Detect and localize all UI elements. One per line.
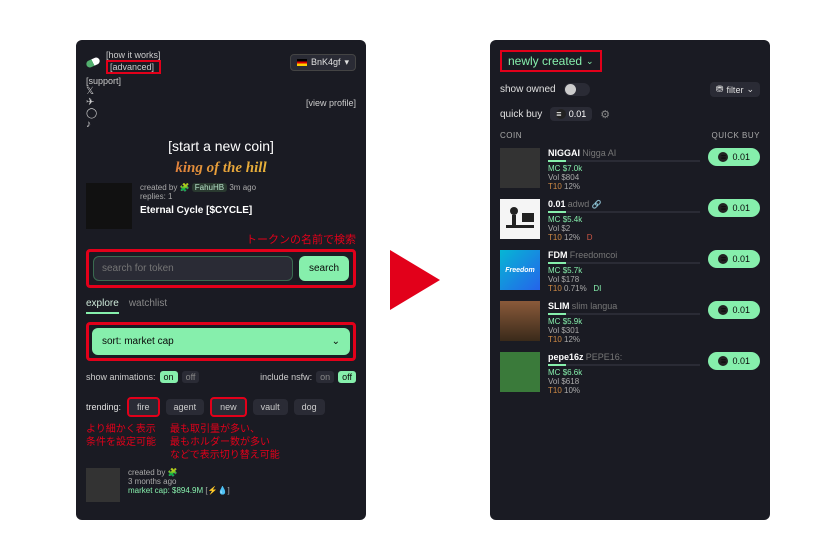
gear-icon[interactable]: ⚙ xyxy=(600,108,610,121)
coin-thumbnail xyxy=(500,199,540,239)
advanced-link[interactable]: [advanced] xyxy=(106,60,161,74)
featured-thumbnail xyxy=(86,183,132,229)
coin-thumbnail xyxy=(500,301,540,341)
view-profile-link[interactable]: [view profile] xyxy=(306,98,356,108)
start-new-coin-button[interactable]: [start a new coin] xyxy=(86,138,356,154)
sort-callout: sort: market cap ⌄ xyxy=(86,322,356,361)
search-button[interactable]: search xyxy=(299,256,349,281)
link-icon[interactable]: 🔗 xyxy=(592,200,602,209)
jp-search-annotation: トークンの名前で検索 xyxy=(86,231,356,247)
main-screen: [how it works] [advanced] BnK4gf ▾ [supp… xyxy=(76,40,366,520)
coin-row[interactable]: SLIM slim langua MC $5.9k Vol $301 T10 1… xyxy=(500,301,760,344)
coin-thumbnail xyxy=(86,468,120,502)
d-badge: D xyxy=(587,233,593,242)
quick-buy-button[interactable]: ≡0.01 xyxy=(708,148,760,166)
tab-watchlist[interactable]: watchlist xyxy=(129,298,167,314)
filter-icon: ⛃ xyxy=(716,84,724,95)
quick-buy-button[interactable]: ≡0.01 xyxy=(708,301,760,319)
show-owned-toggle[interactable] xyxy=(564,83,590,96)
trending-chip-dog[interactable]: dog xyxy=(294,399,325,415)
jp-left-annotation: より細かく表示 条件を設定可能 xyxy=(86,423,156,462)
chevron-down-icon: ⌄ xyxy=(746,84,754,95)
coin-thumbnail xyxy=(500,148,540,188)
animations-off-button[interactable]: off xyxy=(182,371,200,383)
solana-icon: ≡ xyxy=(718,152,728,162)
filter-button[interactable]: ⛃ filter ⌄ xyxy=(710,82,760,97)
quick-buy-label: quick buy xyxy=(500,109,542,120)
progress-bar xyxy=(548,364,700,366)
quick-buy-button[interactable]: ≡0.01 xyxy=(708,352,760,370)
quick-buy-button[interactable]: ≡0.01 xyxy=(708,199,760,217)
solana-icon: ≡ xyxy=(718,203,728,213)
nsfw-on-button[interactable]: on xyxy=(316,371,334,383)
king-of-the-hill-heading: king of the hill xyxy=(86,160,356,177)
telegram-icon[interactable]: ✈ xyxy=(86,97,121,108)
column-quickbuy: QUICK BUY xyxy=(711,131,760,140)
solana-icon: ≡ xyxy=(556,109,566,119)
newly-created-select[interactable]: newly created ⌄ xyxy=(500,50,602,72)
token-search-input[interactable] xyxy=(93,256,293,281)
show-owned-label: show owned xyxy=(500,84,556,95)
solana-icon: ≡ xyxy=(718,254,728,264)
x-icon[interactable]: 𝕏 xyxy=(86,86,121,97)
quick-buy-amount-input[interactable]: ≡ 0.01 xyxy=(550,107,592,121)
chevron-down-icon: ⌄ xyxy=(586,56,594,67)
nsfw-label: include nsfw: xyxy=(260,372,312,382)
coin-row[interactable]: 0.01 adwd 🔗 MC $5.4k Vol $2 T10 12% D ≡0… xyxy=(500,199,760,242)
support-link[interactable]: [support] xyxy=(86,76,121,86)
solana-icon: ≡ xyxy=(718,305,728,315)
animations-label: show animations: xyxy=(86,372,156,382)
arrow-right-icon xyxy=(390,250,440,310)
nsfw-off-button[interactable]: off xyxy=(338,371,356,383)
chevron-down-icon: ⌄ xyxy=(332,336,340,347)
wallet-chip[interactable]: BnK4gf ▾ xyxy=(290,54,356,71)
flag-icon xyxy=(297,59,307,66)
instagram-icon[interactable]: ◯ xyxy=(86,108,121,119)
coin-row[interactable]: NIGGAI Nigga AI MC $7.0k Vol $804 T10 12… xyxy=(500,148,760,191)
column-coin: COIN xyxy=(500,131,522,140)
coin-thumbnail xyxy=(500,352,540,392)
pill-logo-icon xyxy=(85,56,101,68)
tiktok-icon[interactable]: ♪ xyxy=(86,119,121,130)
featured-coin-card[interactable]: created by 🧩 FahuHB 3m ago replies: 1 Et… xyxy=(86,183,356,229)
progress-bar xyxy=(548,262,700,264)
trending-chip-vault[interactable]: vault xyxy=(253,399,288,415)
solana-icon: ≡ xyxy=(718,356,728,366)
coin-row[interactable]: Freedom FDM Freedomcoi MC $5.7k Vol $178… xyxy=(500,250,760,293)
list-coin-card[interactable]: created by 🧩 3 months ago market cap: $8… xyxy=(86,468,356,502)
creator-chip[interactable]: FahuHB xyxy=(192,183,227,192)
quick-buy-button[interactable]: ≡0.01 xyxy=(708,250,760,268)
coin-thumbnail: Freedom xyxy=(500,250,540,290)
animations-on-button[interactable]: on xyxy=(160,371,178,383)
trending-chip-fire[interactable]: fire xyxy=(127,397,160,417)
trending-chip-agent[interactable]: agent xyxy=(166,399,205,415)
progress-bar xyxy=(548,160,700,162)
di-badge: DI xyxy=(593,284,601,293)
advanced-screen: newly created ⌄ show owned ⛃ filter ⌄ qu… xyxy=(490,40,770,520)
how-it-works-link[interactable]: [how it works] xyxy=(106,50,161,60)
chevron-down-icon: ▾ xyxy=(344,57,349,68)
progress-bar xyxy=(548,211,700,213)
search-bar-callout: search xyxy=(86,249,356,288)
featured-title: Eternal Cycle [$CYCLE] xyxy=(140,205,256,216)
trending-chip-new[interactable]: new xyxy=(210,397,247,417)
coin-row[interactable]: pepe16z PEPE16: MC $6.6k Vol $618 T10 10… xyxy=(500,352,760,395)
sort-select[interactable]: sort: market cap ⌄ xyxy=(92,328,350,355)
jp-right-annotation: 最も取引量が多い、 最もホルダー数が多い などで表示切り替え可能 xyxy=(170,423,280,462)
progress-bar xyxy=(548,313,700,315)
trending-label: trending: xyxy=(86,402,121,412)
badges-icon: [⚡💧] xyxy=(205,486,229,495)
tab-explore[interactable]: explore xyxy=(86,298,119,314)
